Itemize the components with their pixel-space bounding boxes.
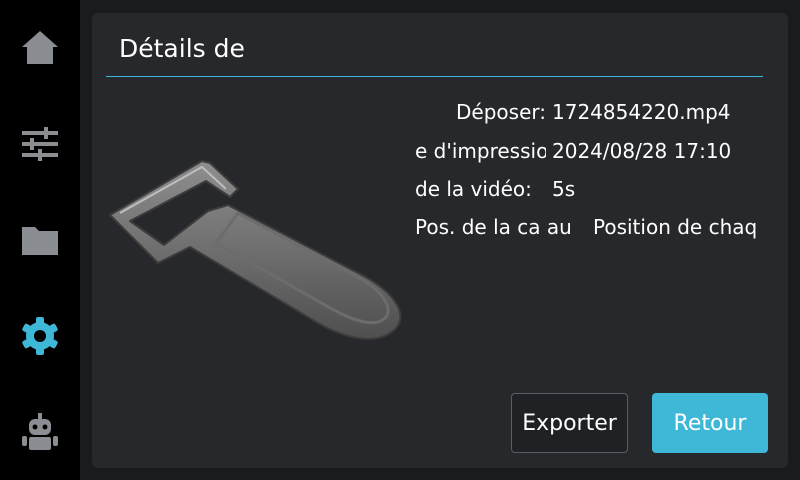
sidebar-item-system[interactable] xyxy=(0,288,80,384)
export-button[interactable]: Exporter xyxy=(511,393,628,453)
file-label: Déposer: xyxy=(456,100,546,124)
print-time-label: e d'impressio xyxy=(415,139,546,163)
sidebar xyxy=(0,0,80,480)
sidebar-item-settings-tune[interactable] xyxy=(0,96,80,192)
home-icon xyxy=(22,31,58,64)
dialog-title: Détails de xyxy=(119,34,245,63)
print-time-value: 2024/08/28 17:10 xyxy=(552,139,732,163)
camera-position-label: Pos. de la ca au xyxy=(415,215,572,239)
sidebar-item-home[interactable] xyxy=(0,0,80,96)
file-value: 1724854220.mp4 xyxy=(552,100,731,124)
back-button[interactable]: Retour xyxy=(652,393,768,453)
gear-icon xyxy=(22,317,58,355)
sidebar-item-files[interactable] xyxy=(0,192,80,288)
sidebar-item-assistant[interactable] xyxy=(0,384,80,480)
video-duration-value: 5s xyxy=(552,177,576,201)
folder-icon xyxy=(22,227,58,255)
sliders-icon xyxy=(22,127,58,161)
camera-position-value: Position de chaq xyxy=(593,215,758,239)
details-dialog: Détails de Déposer: 1724854220.mp4 e d'i… xyxy=(92,13,788,468)
robot-icon xyxy=(22,413,58,450)
title-divider xyxy=(106,76,763,77)
model-preview-image xyxy=(109,160,402,340)
video-duration-label: de la vidéo: xyxy=(415,177,532,201)
